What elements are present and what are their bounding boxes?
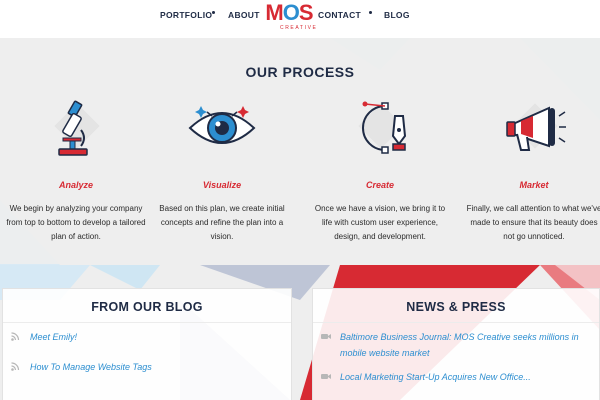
process-step-visualize: Visualize Based on this plan, we create … [152,94,292,244]
video-camera-icon [321,334,331,339]
news-link-text[interactable]: Local Marketing Start-Up Acquires New Of… [340,372,531,382]
news-panel: NEWS & PRESS Baltimore Business Journal:… [312,288,600,400]
eye-icon [187,94,257,166]
process-step-create: Create Once we have a vision, we bring i… [310,94,450,244]
news-list: Baltimore Business Journal: MOS Creative… [313,329,599,385]
news-list-item[interactable]: Local Marketing Start-Up Acquires New Of… [321,369,599,385]
microscope-icon [41,94,111,166]
blog-list: Meet Emily! How To Manage Website Tags [3,329,291,375]
nav-about-link[interactable]: ABOUT [228,10,260,20]
step-description: Based on this plan, we create initial co… [159,204,285,241]
blog-list-item[interactable]: How To Manage Website Tags [11,359,291,375]
step-title: Market [519,180,549,190]
step-description: We begin by analyzing your company from … [6,204,146,241]
step-description: Once we have a vision, we bring it to li… [314,204,446,241]
blog-panel: FROM OUR BLOG Meet Emily! How To Manage … [2,288,292,400]
rss-icon [11,332,20,341]
our-process-section: OUR PROCESS Analyze We begin by analyzin… [0,38,600,264]
nav-portfolio-link[interactable]: PORTFOLIO [160,10,212,20]
mos-creative-logo[interactable]: MOS CREATIVE [262,2,316,36]
step-title: Analyze [58,180,93,190]
process-step-analyze: Analyze We begin by analyzing your compa… [6,94,146,244]
nav-separator-dot [369,11,372,14]
logo-subtitle: CREATIVE [280,25,318,31]
blog-link-text[interactable]: How To Manage Website Tags [30,362,152,372]
step-title: Create [365,180,394,190]
nav-contact-link[interactable]: CONTACT [318,10,361,20]
video-camera-icon [321,374,331,379]
rss-icon [11,362,20,371]
news-list-item[interactable]: Baltimore Business Journal: MOS Creative… [321,329,599,361]
logo-letter-m: M [265,0,283,25]
blog-list-item[interactable]: Meet Emily! [11,329,291,345]
news-panel-title: NEWS & PRESS [313,289,599,323]
step-title: Visualize [202,180,242,190]
nav-separator-dot [212,11,215,14]
blog-link-text[interactable]: Meet Emily! [30,332,77,342]
megaphone-icon [499,94,569,166]
logo-letter-o: O [282,0,300,25]
pen-tool-icon [345,94,415,166]
step-description: Finally, we call attention to what we've… [466,204,600,241]
nav-blog-link[interactable]: BLOG [384,10,410,20]
top-nav: PORTFOLIO ABOUT MOS CREATIVE CONTACT BLO… [0,0,600,38]
process-step-market: Market Finally, we call attention to wha… [464,94,600,244]
news-link-text[interactable]: Baltimore Business Journal: MOS Creative… [340,332,579,358]
blog-panel-title: FROM OUR BLOG [3,289,291,323]
logo-letter-s: S [298,0,314,25]
section-title: OUR PROCESS [245,64,355,80]
